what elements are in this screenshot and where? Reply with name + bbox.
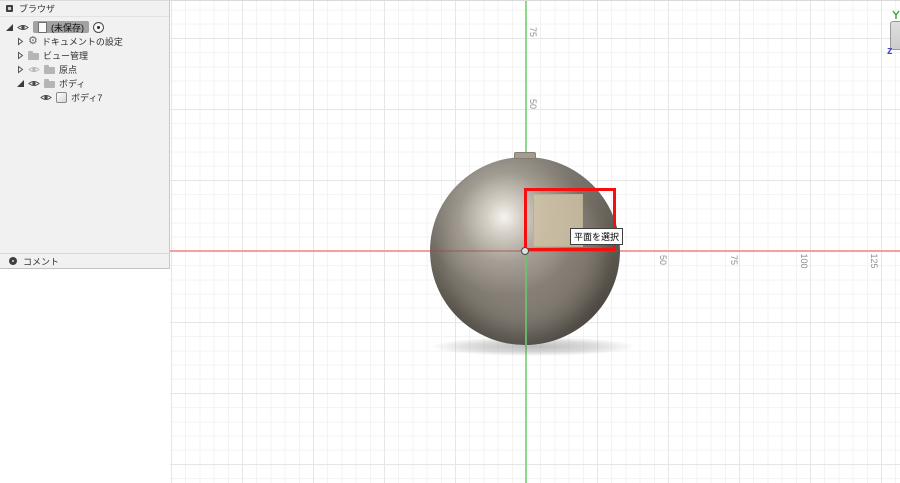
selected-document-pill[interactable]: (未保存)	[33, 21, 89, 33]
body7-label: ボディ7	[71, 92, 103, 103]
browser-panel-header[interactable]: ブラウザ	[0, 1, 169, 17]
expander-closed-icon[interactable]	[17, 37, 24, 46]
expander-closed-icon[interactable]	[17, 65, 24, 74]
bodies-label: ボディ	[59, 78, 86, 89]
viewport-canvas[interactable]: 75 50 50 75 100 125 平面を選択 z	[170, 1, 900, 483]
comments-bar[interactable]: コメント	[0, 253, 169, 268]
select-plane-tooltip: 平面を選択	[570, 228, 624, 245]
document-icon	[38, 21, 47, 33]
origin-folder-icon	[44, 64, 55, 74]
y-axis-overlay-on-sphere	[525, 253, 527, 345]
browser-panel-title: ブラウザ	[19, 4, 56, 14]
tree-item-document[interactable]: (未保存)	[0, 20, 169, 34]
comments-label: コメント	[23, 256, 60, 267]
origin-label: 原点	[59, 64, 78, 75]
v-axis-tick-50: 50	[528, 98, 538, 110]
tree-item-body7[interactable]: ボディ7	[0, 90, 169, 104]
view-management-label: ビュー管理	[43, 50, 89, 61]
browser-tree: (未保存) ⚙ ドキュメントの設定 ビュー管理 原点 ボディ ボディ7	[0, 17, 169, 104]
browser-panel: ブラウザ (未保存) ⚙ ドキュメントの設定 ビュー管理 原点 ボディ ボディ7…	[0, 1, 170, 269]
bodies-folder-icon	[44, 78, 55, 88]
nav-y-axis-icon	[892, 10, 900, 19]
sphere-top-vertex-marker	[514, 152, 536, 159]
expander-open-icon[interactable]	[6, 23, 13, 31]
nav-z-axis-label: z	[887, 45, 893, 57]
active-document-radio-icon[interactable]	[93, 21, 104, 33]
h-axis-tick-125: 125	[869, 253, 879, 269]
visibility-eye-icon[interactable]	[17, 23, 29, 32]
expander-open-icon[interactable]	[17, 79, 24, 87]
gear-icon: ⚙	[28, 34, 38, 47]
tree-item-origin[interactable]: 原点	[0, 62, 169, 76]
browser-panel-icon	[6, 5, 13, 12]
comments-icon	[9, 257, 17, 265]
visibility-eye-icon-hidden[interactable]	[28, 65, 40, 74]
tree-item-named-views[interactable]: ビュー管理	[0, 48, 169, 62]
document-label: (未保存)	[51, 22, 84, 33]
h-axis-tick-75: 75	[729, 254, 739, 266]
tree-item-bodies[interactable]: ボディ	[0, 76, 169, 90]
view-management-folder-icon	[28, 50, 39, 60]
visibility-eye-icon[interactable]	[28, 79, 40, 88]
origin-point[interactable]	[521, 247, 529, 255]
document-settings-label: ドキュメントの設定	[41, 36, 123, 47]
h-axis-tick-100: 100	[799, 253, 809, 269]
body-icon	[56, 91, 67, 103]
h-axis-tick-50: 50	[658, 254, 668, 266]
expander-closed-icon[interactable]	[17, 51, 24, 60]
visibility-eye-icon[interactable]	[40, 93, 52, 102]
v-axis-tick-75: 75	[528, 26, 538, 38]
fusion-app-window: 75 50 50 75 100 125 平面を選択 z ブラウザ (未保存) ⚙…	[0, 0, 900, 483]
tree-item-document-settings[interactable]: ⚙ ドキュメントの設定	[0, 34, 169, 48]
